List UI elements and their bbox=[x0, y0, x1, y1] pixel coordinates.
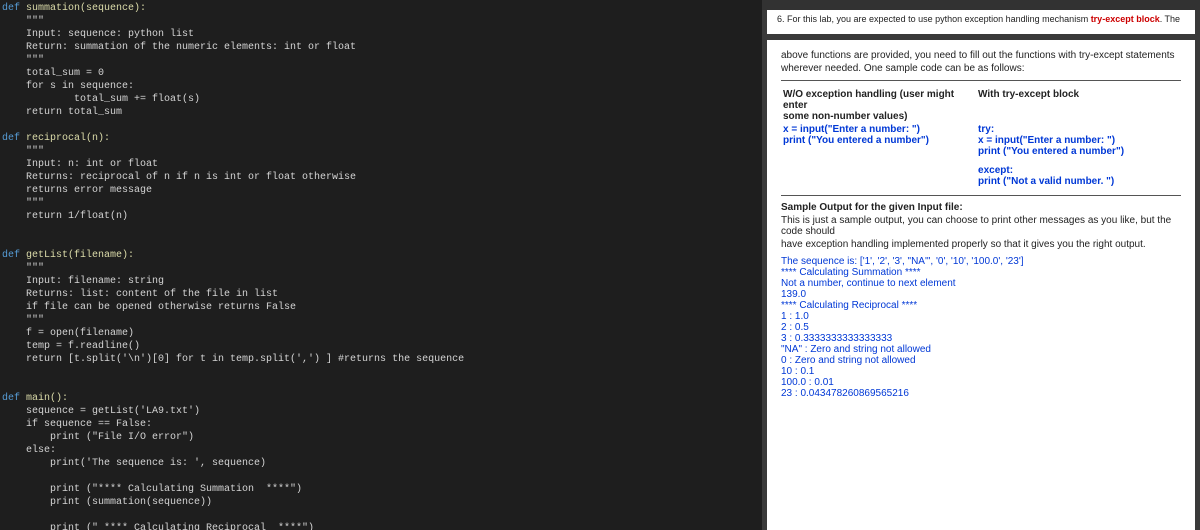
note-post: . The bbox=[1160, 14, 1180, 24]
code-line: getList(filename): bbox=[26, 250, 134, 261]
code-line: Returns: list: content of the file in li… bbox=[2, 289, 278, 300]
sample-para: This is just a sample output, you can ch… bbox=[781, 215, 1181, 237]
code-sample-line: x = input("Enter a number: ") bbox=[978, 135, 1173, 146]
code-line: total_sum = 0 bbox=[2, 68, 104, 79]
code-line: print ("**** Calculating Summation ****"… bbox=[2, 484, 302, 495]
code-sample-line: x = input("Enter a number: ") bbox=[783, 124, 970, 135]
code-line: Input: filename: string bbox=[2, 276, 164, 287]
comparison-table: W/O exception handling (user might enter… bbox=[781, 87, 1181, 189]
code-line: Input: n: int or float bbox=[2, 159, 158, 170]
output-line: 139.0 bbox=[781, 289, 1181, 300]
code-line: sequence = getList('LA9.txt') bbox=[2, 406, 200, 417]
code-line: print ("File I/O error") bbox=[2, 432, 194, 443]
doc-toolbar-fragment bbox=[762, 0, 1200, 10]
code-line: if file can be opened otherwise returns … bbox=[2, 302, 296, 313]
code-line: Return: summation of the numeric element… bbox=[2, 42, 356, 53]
output-line: 2 : 0.5 bbox=[781, 322, 1181, 333]
output-line: 100.0 : 0.01 bbox=[781, 377, 1181, 388]
table-header-right: With try-except block bbox=[978, 89, 1179, 122]
output-line: Not a number, continue to next element bbox=[781, 278, 1181, 289]
code-line: if sequence == False: bbox=[2, 419, 152, 430]
code-line: summation(sequence): bbox=[26, 3, 146, 14]
note-red: try-except block bbox=[1091, 14, 1160, 24]
output-line: 3 : 0.3333333333333333 bbox=[781, 333, 1181, 344]
code-line: print('The sequence is: ', sequence) bbox=[2, 458, 266, 469]
sample-para: have exception handling implemented prop… bbox=[781, 239, 1181, 250]
output-line: 10 : 0.1 bbox=[781, 366, 1181, 377]
doc-para: above functions are provided, you need t… bbox=[781, 50, 1181, 61]
divider bbox=[781, 195, 1181, 196]
code-line: Returns: reciprocal of n if n is int or … bbox=[2, 172, 356, 183]
code-line: main(): bbox=[26, 393, 68, 404]
output-line: **** Calculating Reciprocal **** bbox=[781, 300, 1181, 311]
table-header-left: W/O exception handling (user might enter… bbox=[783, 89, 976, 122]
code-sample-line: try: bbox=[978, 124, 1173, 135]
code-line: total_sum += float(s) bbox=[2, 94, 200, 105]
code-line: reciprocal(n): bbox=[26, 133, 110, 144]
code-sample-line: print ("You entered a number") bbox=[783, 135, 970, 146]
code-line: f = open(filename) bbox=[2, 328, 134, 339]
code-editor-pane[interactable]: def summation(sequence): """ Input: sequ… bbox=[0, 0, 762, 530]
code-line: """ bbox=[2, 315, 44, 326]
code-line: print (" **** Calculating Reciprocal ***… bbox=[2, 523, 314, 530]
note-text: 6. For this lab, you are expected to use… bbox=[777, 14, 1091, 24]
code-sample-line: except: bbox=[978, 165, 1173, 176]
output-line: The sequence is: ['1', '2', '3', "NA'", … bbox=[781, 256, 1181, 267]
code-line: else: bbox=[2, 445, 56, 456]
doc-top-fragment: 6. For this lab, you are expected to use… bbox=[767, 10, 1195, 34]
code-line: print (summation(sequence)) bbox=[2, 497, 212, 508]
sample-output-heading: Sample Output for the given Input file: bbox=[781, 202, 1181, 213]
code-line: return total_sum bbox=[2, 107, 122, 118]
output-line: 23 : 0.043478260869565216 bbox=[781, 388, 1181, 399]
code-line: """ bbox=[2, 16, 44, 27]
table-cell-right: try: x = input("Enter a number: ") print… bbox=[978, 124, 1179, 187]
output-line: **** Calculating Summation **** bbox=[781, 267, 1181, 278]
table-cell-left: x = input("Enter a number: ") print ("Yo… bbox=[783, 124, 976, 187]
divider bbox=[781, 80, 1181, 81]
doc-body: above functions are provided, you need t… bbox=[767, 40, 1195, 530]
code-line: temp = f.readline() bbox=[2, 341, 140, 352]
code-sample-line: print ("Not a valid number. ") bbox=[978, 176, 1173, 187]
code-line: """ bbox=[2, 146, 44, 157]
code-line: return 1/float(n) bbox=[2, 211, 128, 222]
doc-para: wherever needed. One sample code can be … bbox=[781, 63, 1181, 74]
code-line: for s in sequence: bbox=[2, 81, 134, 92]
code-line: """ bbox=[2, 55, 44, 66]
output-line: 1 : 1.0 bbox=[781, 311, 1181, 322]
code-line: return [t.split('\n')[0] for t in temp.s… bbox=[2, 354, 464, 365]
document-pane: 6. For this lab, you are expected to use… bbox=[762, 0, 1200, 530]
output-line: 0 : Zero and string not allowed bbox=[781, 355, 1181, 366]
output-line: "NA" : Zero and string not allowed bbox=[781, 344, 1181, 355]
code-line: Input: sequence: python list bbox=[2, 29, 194, 40]
code-line: returns error message bbox=[2, 185, 152, 196]
code-line: """ bbox=[2, 263, 44, 274]
code-line: """ bbox=[2, 198, 44, 209]
code-sample-line: print ("You entered a number") bbox=[978, 146, 1173, 157]
